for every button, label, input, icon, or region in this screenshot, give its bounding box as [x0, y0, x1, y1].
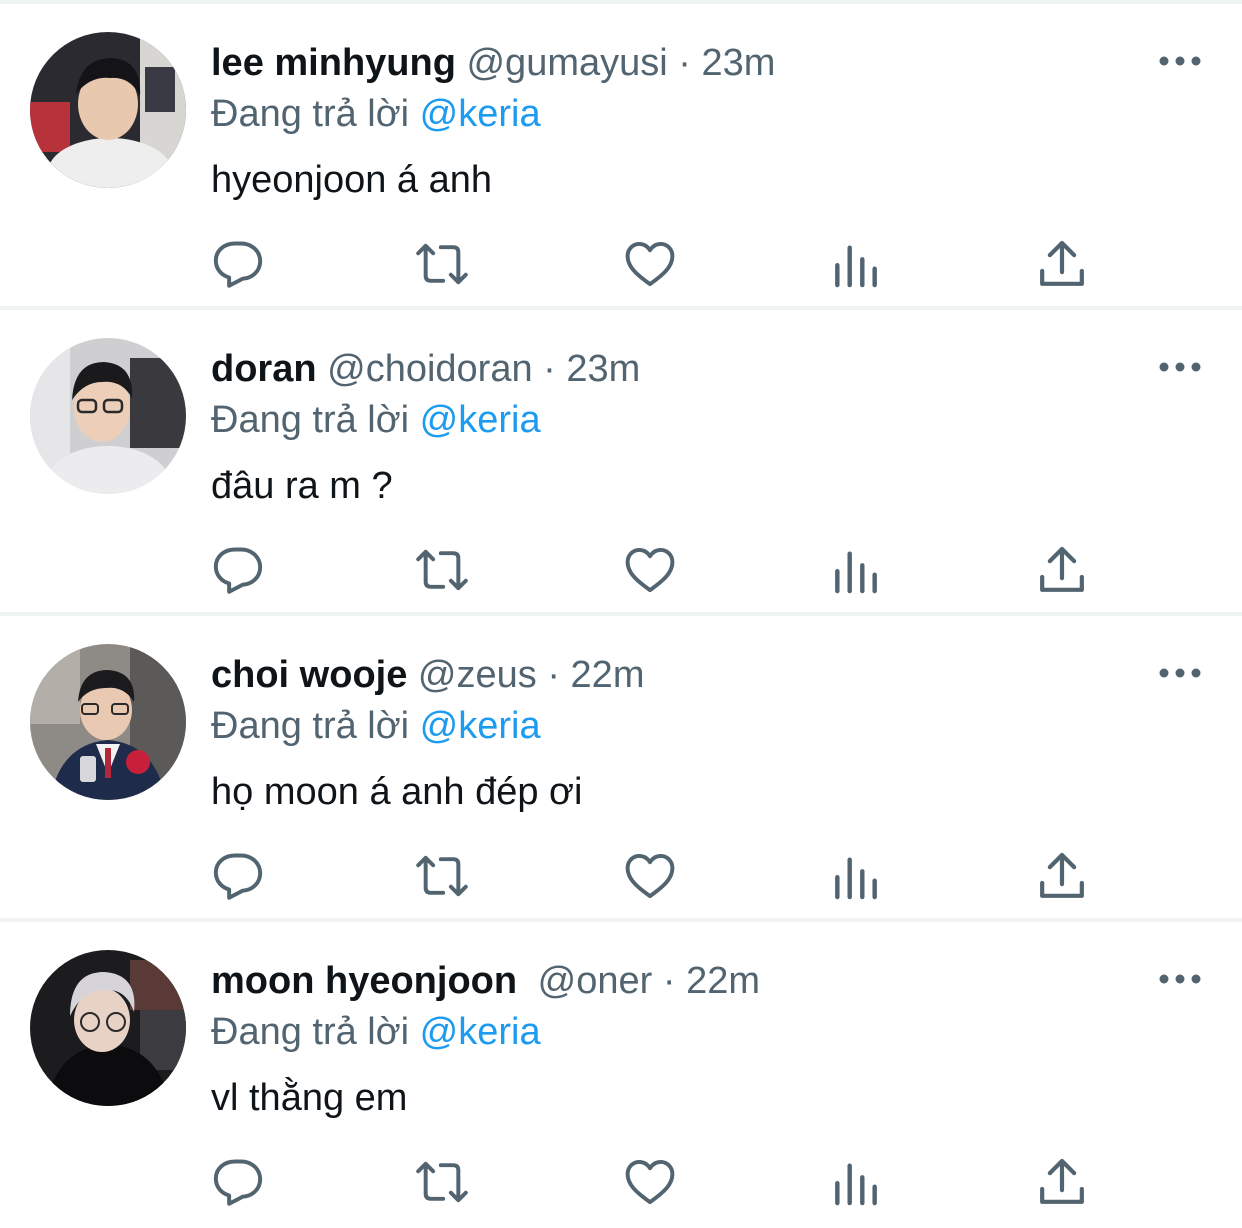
tweet[interactable]: moon hyeonjoon @oner · 22m Đang trả lời … [0, 922, 1242, 1228]
replying-to-line: Đang trả lời @keria [211, 397, 541, 443]
mention-link[interactable]: @keria [420, 1011, 541, 1053]
reply-button[interactable] [210, 236, 266, 292]
replying-to-label: Đang trả lời [211, 399, 410, 441]
mention-link[interactable]: @keria [420, 705, 541, 747]
reply-icon [213, 1159, 263, 1206]
reply-button[interactable] [210, 542, 266, 598]
separator-dot: · [543, 348, 556, 390]
replying-to-label: Đang trả lời [211, 705, 410, 747]
avatar[interactable] [30, 32, 186, 188]
share-icon [1040, 546, 1084, 592]
display-name[interactable]: choi wooje [211, 654, 407, 696]
retweet-icon [416, 243, 468, 285]
retweet-button[interactable] [414, 236, 470, 292]
separator-dot: · [547, 654, 560, 696]
reply-button[interactable] [210, 1154, 266, 1210]
more-options-button[interactable] [1154, 962, 1206, 996]
retweet-button[interactable] [414, 542, 470, 598]
views-button[interactable] [828, 848, 884, 904]
avatar[interactable] [30, 338, 186, 494]
separator-dot: · [678, 42, 691, 84]
tweet[interactable]: choi wooje @zeus · 22m Đang trả lời @ker… [0, 616, 1242, 922]
replying-to-label: Đang trả lời [211, 1011, 410, 1053]
tweet-header: moon hyeonjoon @oner · 22m [211, 958, 760, 1004]
share-button[interactable] [1034, 542, 1090, 598]
mention-link[interactable]: @keria [420, 93, 541, 135]
tweet[interactable]: doran @choidoran · 23m Đang trả lời @ker… [0, 310, 1242, 616]
replying-to-line: Đang trả lời @keria [211, 703, 541, 749]
share-button[interactable] [1034, 848, 1090, 904]
tweet-text: họ moon á anh đép ơi [211, 771, 583, 813]
user-handle[interactable]: @choidoran [327, 348, 532, 390]
tweet-header: lee minhyung @gumayusi · 23m [211, 40, 775, 86]
mention-link[interactable]: @keria [420, 399, 541, 441]
views-icon [835, 1163, 877, 1206]
views-button[interactable] [828, 236, 884, 292]
avatar[interactable] [30, 644, 186, 800]
display-name[interactable]: moon hyeonjoon [211, 960, 517, 1002]
retweet-button[interactable] [414, 1154, 470, 1210]
retweet-icon [416, 549, 468, 591]
heart-icon [625, 1159, 675, 1205]
views-icon [835, 245, 877, 288]
share-button[interactable] [1034, 236, 1090, 292]
user-handle[interactable]: @oner [538, 960, 653, 1002]
heart-icon [625, 241, 675, 287]
timestamp[interactable]: 22m [571, 654, 645, 696]
share-button[interactable] [1034, 1154, 1090, 1210]
heart-icon [625, 547, 675, 593]
share-icon [1040, 240, 1084, 286]
views-icon [835, 551, 877, 594]
replying-to-line: Đang trả lời @keria [211, 1009, 541, 1055]
display-name[interactable]: lee minhyung [211, 42, 456, 84]
tweet-header: doran @choidoran · 23m [211, 346, 640, 392]
more-options-icon [1159, 974, 1201, 984]
like-button[interactable] [622, 542, 678, 598]
views-button[interactable] [828, 542, 884, 598]
more-options-button[interactable] [1154, 656, 1206, 690]
like-button[interactable] [622, 236, 678, 292]
separator-dot: · [662, 960, 676, 1002]
more-options-icon [1159, 56, 1201, 66]
user-handle[interactable]: @zeus [418, 654, 537, 696]
more-options-button[interactable] [1154, 350, 1206, 384]
timestamp[interactable]: 22m [686, 960, 760, 1002]
tweet-text: hyeonjoon á anh [211, 159, 493, 201]
share-icon [1040, 852, 1084, 898]
retweet-icon [416, 855, 468, 897]
tweet-text: vl thằng em [211, 1077, 408, 1119]
more-options-button[interactable] [1154, 44, 1206, 78]
like-button[interactable] [622, 848, 678, 904]
share-icon [1040, 1158, 1084, 1204]
tweet-text: đâu ra m ? [211, 465, 393, 507]
reply-icon [213, 853, 263, 900]
retweet-icon [416, 1161, 468, 1203]
views-icon [835, 857, 877, 900]
reply-button[interactable] [210, 848, 266, 904]
display-name[interactable]: doran [211, 348, 317, 390]
tweet[interactable]: lee minhyung @gumayusi · 23m Đang trả lờ… [0, 4, 1242, 310]
replying-to-label: Đang trả lời [211, 93, 410, 135]
retweet-button[interactable] [414, 848, 470, 904]
more-options-icon [1159, 362, 1201, 372]
tweet-header: choi wooje @zeus · 22m [211, 652, 644, 698]
reply-icon [213, 241, 263, 288]
timestamp[interactable]: 23m [566, 348, 640, 390]
avatar[interactable] [30, 950, 186, 1106]
heart-icon [625, 853, 675, 899]
reply-icon [213, 547, 263, 594]
like-button[interactable] [622, 1154, 678, 1210]
timestamp[interactable]: 23m [701, 42, 775, 84]
user-handle[interactable]: @gumayusi [466, 42, 667, 84]
more-options-icon [1159, 668, 1201, 678]
views-button[interactable] [828, 1154, 884, 1210]
replying-to-line: Đang trả lời @keria [211, 91, 541, 137]
